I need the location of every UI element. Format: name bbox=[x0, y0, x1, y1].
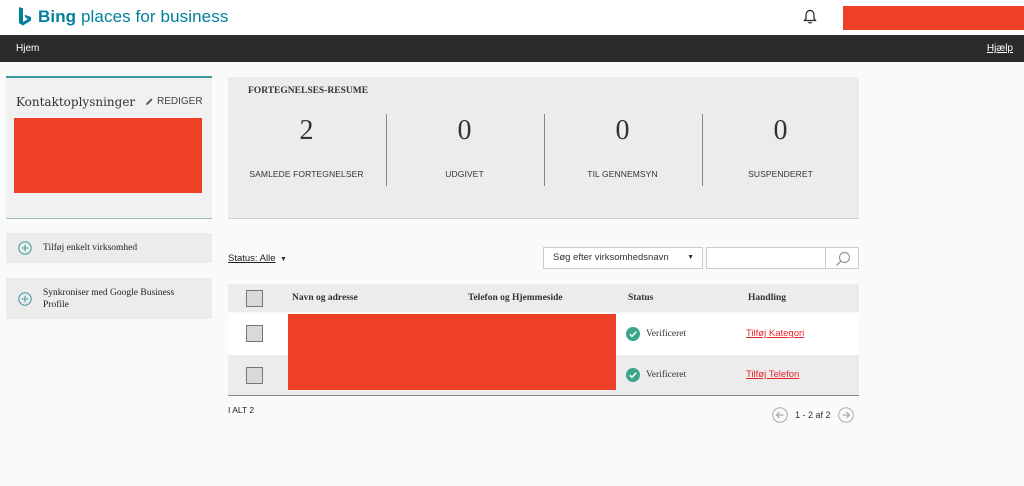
nav-home-link[interactable]: Hjem bbox=[16, 43, 39, 54]
status-text: Verificeret bbox=[646, 329, 687, 339]
brand-name: Bing places for business bbox=[38, 7, 229, 26]
column-header-phone[interactable]: Telefon og Hjemmeside bbox=[468, 293, 563, 303]
stat-label: TIL GENNEMSYN bbox=[587, 169, 658, 179]
add-category-link[interactable]: Tilføj Kategori bbox=[746, 328, 804, 339]
top-bar: Bing places for business bbox=[0, 0, 1024, 35]
stat-label: UDGIVET bbox=[445, 169, 484, 179]
status-cell: Verificeret bbox=[626, 327, 686, 341]
plus-circle-icon bbox=[18, 241, 32, 255]
total-count: I ALT 2 bbox=[228, 405, 255, 415]
column-header-status[interactable]: Status bbox=[628, 293, 653, 303]
stat-value: 0 bbox=[773, 115, 788, 146]
nav-bar: Hjem Hjælp bbox=[0, 35, 1024, 62]
status-text: Verificeret bbox=[646, 370, 687, 380]
sync-label: Synkroniser med Google Business Profile bbox=[43, 287, 175, 310]
listing-details-redacted bbox=[288, 314, 616, 390]
plus-circle-icon bbox=[18, 291, 32, 306]
stat-value: 0 bbox=[615, 115, 630, 146]
status-filter-dropdown[interactable]: Status: Alle bbox=[228, 253, 276, 264]
page-range: 1 - 2 af 2 bbox=[795, 410, 831, 420]
check-circle-icon bbox=[626, 368, 640, 382]
listing-summary-panel: FORTEGNELSES-RESUME 2 SAMLEDE FORTEGNELS… bbox=[228, 77, 859, 219]
edit-contact-button[interactable]: REDIGER bbox=[145, 96, 203, 107]
edit-label: REDIGER bbox=[157, 96, 203, 107]
arrow-right-icon[interactable] bbox=[837, 407, 854, 423]
nav-help-link[interactable]: Hjælp bbox=[987, 43, 1013, 54]
search-input[interactable] bbox=[706, 247, 826, 269]
select-all-checkbox[interactable] bbox=[246, 290, 263, 307]
row-checkbox[interactable] bbox=[246, 367, 263, 384]
search-type-value: Søg efter virksomhedsnavn bbox=[553, 252, 669, 263]
bing-places-logo[interactable]: Bing places for business bbox=[18, 6, 228, 28]
contact-info-card: Kontaktoplysninger REDIGER bbox=[6, 76, 212, 219]
stat-value: 2 bbox=[299, 115, 314, 146]
stat-total-listings: 2 SAMLEDE FORTEGNELSER bbox=[228, 113, 385, 179]
search-type-select[interactable]: Søg efter virksomhedsnavn ▼ bbox=[543, 247, 703, 269]
check-circle-icon bbox=[626, 327, 640, 341]
summary-title: FORTEGNELSES-RESUME bbox=[248, 86, 369, 96]
stat-in-review: 0 TIL GENNEMSYN bbox=[544, 113, 701, 179]
stat-published: 0 UDGIVET bbox=[386, 113, 543, 179]
stat-label: SUSPENDERET bbox=[748, 169, 813, 179]
add-business-label: Tilføj enkelt virksomhed bbox=[43, 243, 138, 253]
bell-icon[interactable] bbox=[801, 8, 819, 26]
row-checkbox[interactable] bbox=[246, 325, 263, 342]
account-menu-redacted[interactable] bbox=[843, 6, 1024, 30]
caret-down-icon: ▼ bbox=[687, 254, 694, 261]
contact-details-redacted bbox=[14, 118, 202, 193]
pagination: 1 - 2 af 2 bbox=[772, 407, 854, 423]
add-phone-link[interactable]: Tilføj Telefon bbox=[746, 369, 799, 380]
status-cell: Verificeret bbox=[626, 368, 686, 382]
contact-info-title: Kontaktoplysninger bbox=[16, 95, 136, 109]
search-button[interactable] bbox=[826, 247, 859, 269]
caret-down-icon[interactable]: ▼ bbox=[280, 256, 287, 263]
pencil-icon bbox=[146, 98, 153, 105]
bing-logo-icon bbox=[19, 6, 31, 25]
column-header-name[interactable]: Navn og adresse bbox=[292, 293, 358, 303]
arrow-left-icon[interactable] bbox=[772, 407, 788, 423]
sync-google-button[interactable]: Synkroniser med Google Business Profile bbox=[6, 278, 212, 319]
stat-label: SAMLEDE FORTEGNELSER bbox=[249, 169, 364, 179]
table-header: Navn og adresse Telefon og Hjemmeside St… bbox=[228, 284, 859, 312]
column-header-action: Handling bbox=[748, 293, 787, 303]
stat-suspended: 0 SUSPENDERET bbox=[702, 113, 859, 179]
stat-value: 0 bbox=[457, 115, 472, 146]
search-icon bbox=[836, 251, 851, 266]
add-single-business-button[interactable]: Tilføj enkelt virksomhed bbox=[6, 233, 212, 263]
